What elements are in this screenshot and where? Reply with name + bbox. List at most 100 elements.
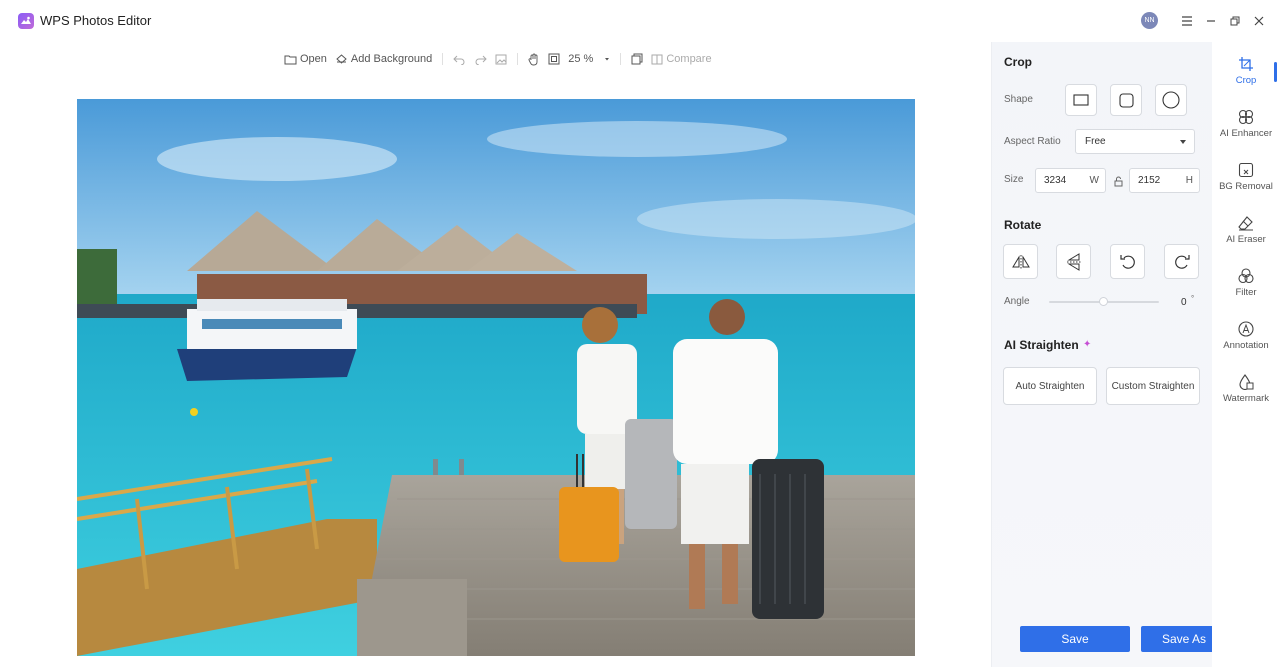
ai-enhancer-icon: [1238, 109, 1254, 125]
aspect-ratio-value: Free: [1085, 136, 1106, 147]
rounded-rectangle-icon: [1118, 92, 1134, 108]
custom-straighten-button[interactable]: Custom Straighten: [1106, 367, 1200, 405]
user-avatar[interactable]: NN: [1141, 12, 1158, 29]
rotate-right-button[interactable]: [1164, 244, 1199, 279]
size-label: Size: [1004, 174, 1024, 185]
rotate-left-button[interactable]: [1110, 244, 1145, 279]
photo-image: [77, 99, 915, 656]
hand-icon: [528, 53, 538, 65]
compare-button[interactable]: Compare: [647, 48, 715, 70]
title-bar: WPS Photos Editor NN: [0, 0, 1280, 42]
nav-label-ai-eraser: AI Eraser: [1226, 234, 1266, 245]
redo-button[interactable]: [470, 48, 491, 70]
width-unit: W: [1089, 175, 1099, 186]
redo-icon: [475, 55, 487, 65]
close-icon[interactable]: [1252, 14, 1266, 28]
angle-slider-thumb[interactable]: [1099, 297, 1108, 306]
rotate-left-icon: [1119, 254, 1135, 269]
image-button[interactable]: [491, 48, 511, 70]
height-unit: H: [1185, 175, 1193, 186]
rotate-right-icon: [1174, 254, 1190, 269]
open-label: Open: [300, 53, 327, 65]
circle-icon: [1162, 91, 1180, 109]
nav-label-annotation: Annotation: [1223, 340, 1269, 351]
annotation-icon: [1238, 321, 1254, 337]
bg-removal-icon: [1238, 162, 1254, 178]
toolbar-divider: [620, 53, 622, 65]
filter-icon: [1238, 268, 1254, 284]
properties-panel: Crop Shape Aspect Ratio Free Size 3234 W…: [991, 42, 1212, 667]
undo-icon: [453, 55, 465, 65]
nav-filter[interactable]: Filter: [1212, 268, 1280, 318]
folder-icon: [284, 55, 297, 64]
shape-rectangle-button[interactable]: [1065, 84, 1097, 116]
menu-icon[interactable]: [1180, 14, 1194, 28]
add-background-button[interactable]: Add Background: [331, 48, 436, 70]
angle-unit: °: [1191, 294, 1195, 303]
nav-annotation[interactable]: Annotation: [1212, 321, 1280, 371]
photo-canvas[interactable]: [77, 99, 915, 656]
toolbar-divider: [442, 53, 444, 65]
angle-label: Angle: [1004, 296, 1030, 307]
width-value: 3234: [1044, 175, 1067, 186]
height-input[interactable]: 2152 H: [1129, 168, 1200, 193]
minimize-icon[interactable]: [1204, 14, 1218, 28]
compare-label: Compare: [666, 53, 712, 65]
height-value: 2152: [1138, 175, 1161, 186]
nav-label-filter: Filter: [1235, 287, 1257, 298]
app-title: WPS Photos Editor: [40, 13, 152, 28]
aspect-lock-icon[interactable]: [1114, 174, 1123, 192]
app-logo-icon: [18, 13, 34, 29]
open-button[interactable]: Open: [280, 48, 331, 70]
nav-crop[interactable]: Crop: [1212, 56, 1280, 106]
nav-bg-removal[interactable]: BG Removal: [1212, 162, 1280, 212]
nav-label-bg-removal: BG Removal: [1219, 181, 1273, 192]
width-input[interactable]: 3234 W: [1035, 168, 1106, 193]
shape-rounded-button[interactable]: [1110, 84, 1142, 116]
ai-straighten-title: AI Straighten: [1004, 338, 1079, 352]
copy-button[interactable]: [627, 48, 647, 70]
eraser-icon: [1238, 216, 1253, 231]
nav-watermark[interactable]: Watermark: [1212, 374, 1280, 424]
restore-icon[interactable]: [1228, 14, 1242, 28]
nav-ai-eraser[interactable]: AI Eraser: [1212, 215, 1280, 265]
flip-horizontal-icon: [1011, 254, 1030, 269]
aspect-ratio-select[interactable]: Free: [1075, 129, 1195, 154]
aspect-ratio-label: Aspect Ratio: [1004, 136, 1061, 147]
zoom-select[interactable]: 25 %: [564, 48, 614, 70]
top-toolbar: Open Add Background 25 % Compare: [280, 48, 716, 70]
rotate-title: Rotate: [1004, 218, 1042, 232]
compare-icon: [651, 54, 663, 64]
tool-sidebar: Crop AI Enhancer BG Removal AI Eraser Fi…: [1212, 42, 1280, 667]
fit-screen-button[interactable]: [544, 48, 564, 70]
save-button[interactable]: Save: [1020, 626, 1130, 652]
active-tab-indicator: [1274, 62, 1277, 82]
sparkle-icon: ✦: [1083, 339, 1092, 350]
fit-screen-icon: [548, 53, 560, 65]
nav-label-ai-enhancer: AI Enhancer: [1219, 128, 1273, 139]
flip-vertical-button[interactable]: [1056, 244, 1091, 279]
pan-button[interactable]: [524, 48, 544, 70]
angle-value: 0: [1181, 297, 1187, 308]
undo-button[interactable]: [449, 48, 470, 70]
shape-circle-button[interactable]: [1155, 84, 1187, 116]
chevron-down-icon: [605, 58, 610, 61]
chevron-down-icon: [1180, 140, 1186, 144]
nav-ai-enhancer[interactable]: AI Enhancer: [1212, 109, 1280, 159]
flip-horizontal-button[interactable]: [1003, 244, 1038, 279]
shape-label: Shape: [1004, 94, 1033, 105]
add-background-icon: [336, 54, 347, 64]
nav-label-watermark: Watermark: [1222, 393, 1270, 404]
crop-icon: [1239, 57, 1253, 71]
rectangle-icon: [1073, 94, 1089, 106]
auto-straighten-button[interactable]: Auto Straighten: [1003, 367, 1097, 405]
add-background-label: Add Background: [350, 53, 433, 65]
crop-title: Crop: [1004, 55, 1032, 69]
watermark-icon: [1239, 374, 1254, 390]
flip-vertical-icon: [1066, 252, 1081, 271]
zoom-value: 25 %: [568, 53, 594, 65]
nav-label-crop: Crop: [1235, 75, 1257, 86]
copy-icon: [631, 53, 643, 65]
toolbar-divider: [517, 53, 519, 65]
image-icon: [495, 54, 507, 64]
